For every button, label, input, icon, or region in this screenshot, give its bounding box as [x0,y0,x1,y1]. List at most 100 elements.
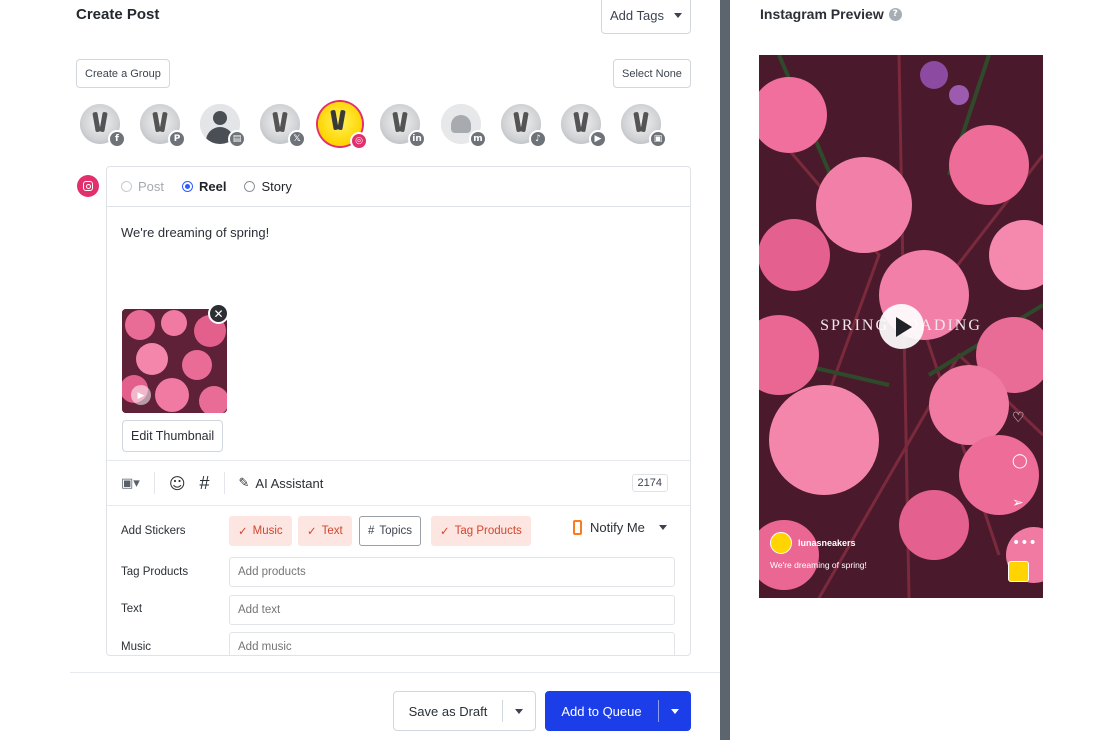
youtube-icon: ▶ [589,130,607,148]
comment-icon: ◯ [1012,453,1028,469]
x-icon: 𝕏 [288,130,306,148]
edit-thumbnail-button[interactable]: Edit Thumbnail [122,420,224,452]
sticker-topics-label: Topics [379,525,413,537]
panel-divider[interactable] [720,0,730,740]
text-label: Text [121,603,143,615]
preview-title: Instagram Preview ? [760,6,902,22]
play-icon: ▶ [131,385,151,405]
post-type-story-label: Story [261,179,292,194]
add-tags-label: Add Tags [610,7,664,23]
ai-assistant-button[interactable]: ✎ AI Assistant [239,476,324,491]
remove-media-close-icon[interactable]: ✕ [208,303,229,324]
music-label: Music [121,641,152,653]
channel-avatar-google-business[interactable]: ▤ [200,104,246,148]
composer-toolbar: ▣▾ ☺ # ✎ AI Assistant 2174 [107,460,690,506]
instagram-preview-panel: Instagram Preview ? SPRING LOADING ♡ ◯ ➢… [730,0,1114,740]
share-icon: ➢ [1012,495,1024,511]
chevron-down-icon [671,708,679,714]
toolbar-divider [153,472,155,494]
character-counter: 2174 [631,474,668,492]
channel-avatar-x[interactable]: 𝕏 [260,104,306,148]
channel-avatar-youtube[interactable]: ▶ [561,104,607,148]
chevron-down-icon [658,525,667,530]
channel-avatar-mastodon[interactable]: m [441,104,487,148]
pinterest-icon: P [168,130,186,148]
chevron-down-icon [673,12,682,18]
save-as-draft-label: Save as Draft [408,703,488,719]
post-type-reel-label: Reel [199,179,227,194]
sticker-topics-toggle[interactable]: # Topics [359,516,422,546]
google-business-icon: ▤ [228,130,246,148]
instagram-composer: Post Reel Story We're dreaming of spring… [106,166,691,656]
avatar [770,532,792,554]
check-icon: ✓ [440,526,450,538]
queue-options-dropdown[interactable] [659,708,691,714]
sticker-tag-products-toggle[interactable]: ✓ Tag Products [431,516,531,546]
hashtag-icon[interactable]: # [200,473,210,494]
facebook-icon: f [108,130,126,148]
instagram-icon: ◎ [350,132,368,150]
check-icon: ✓ [238,526,248,538]
linkedin-icon: in [408,130,426,148]
sticker-tag-products-label: Tag Products [454,525,522,537]
heart-icon: ♡ [1012,410,1025,426]
audio-cover-icon [1008,561,1029,582]
caption-editor[interactable]: We're dreaming of spring! [121,225,269,240]
post-type-post-label: Post [138,179,165,194]
notify-me-label: Notify Me [590,520,645,535]
footer-divider [70,672,720,673]
post-type-post-radio[interactable]: Post [121,179,164,194]
magic-wand-icon: ✎ [238,475,250,491]
chevron-down-icon [515,708,523,714]
sticker-text-toggle[interactable]: ✓ Text [298,516,352,546]
tag-products-input[interactable] [229,557,675,587]
add-stickers-label: Add Stickers [121,525,186,537]
post-type-reel-radio[interactable]: Reel [182,179,226,194]
channel-avatar-tiktok[interactable]: ♪ [501,104,547,148]
add-to-queue-label: Add to Queue [561,703,642,719]
tiktok-icon: ♪ [529,130,547,148]
mastodon-icon: m [469,130,487,148]
create-group-button[interactable]: Create a Group [76,59,170,88]
channel-avatar-linkedin[interactable]: in [380,104,426,148]
post-type-selector: Post Reel Story [107,167,690,207]
help-icon[interactable]: ? [888,7,902,21]
play-icon[interactable] [879,304,924,349]
preview-user: lunasneakers [770,532,856,554]
add-tags-button[interactable]: Add Tags [601,0,691,34]
media-thumbnail[interactable]: ▶ [122,309,227,413]
media-library-icon[interactable]: ▣▾ [121,476,140,491]
text-input[interactable] [229,595,675,625]
create-post-panel: Create Post Add Tags Create a Group Sele… [0,0,720,740]
post-type-story-radio[interactable]: Story [244,179,292,194]
preview-username: lunasneakers [798,538,856,548]
select-none-button[interactable]: Select None [613,59,691,88]
page-title: Create Post [76,6,160,23]
reel-preview: SPRING LOADING ♡ ◯ ➢ ••• lunasneakers We… [759,55,1043,598]
channel-avatar-instagram[interactable]: ◎ [318,102,368,150]
sticker-text-label: Text [321,525,343,537]
channel-avatar-pinterest[interactable]: P [140,104,186,148]
hashtag-icon: # [368,525,375,537]
channel-avatar-start-page[interactable]: ▣ [621,104,667,148]
channel-selector: f P ▤ 𝕏 ◎ in m ♪ ▶ ▣ [80,102,680,150]
toolbar-divider [223,472,225,494]
start-page-icon: ▣ [649,130,667,148]
channel-avatar-facebook[interactable]: f [80,104,126,148]
emoji-icon[interactable]: ☺ [169,474,186,493]
save-as-draft-button[interactable]: Save as Draft [393,691,536,731]
preview-caption: We're dreaming of spring! [770,560,867,570]
ai-assistant-label: AI Assistant [255,475,324,491]
notify-me-dropdown[interactable]: Notify Me [573,520,667,535]
preview-title-label: Instagram Preview [760,6,884,22]
music-input[interactable] [229,632,675,655]
sticker-music-label: Music [252,525,283,537]
add-to-queue-button[interactable]: Add to Queue [545,691,691,731]
check-icon: ✓ [307,526,317,538]
sticker-music-toggle[interactable]: ✓ Music [229,516,292,546]
tag-products-label: Tag Products [121,566,189,578]
instagram-icon [77,175,99,197]
more-icon: ••• [1012,535,1037,551]
app-root: Create Post Add Tags Create a Group Sele… [0,0,1114,740]
save-options-dropdown[interactable] [503,708,535,714]
